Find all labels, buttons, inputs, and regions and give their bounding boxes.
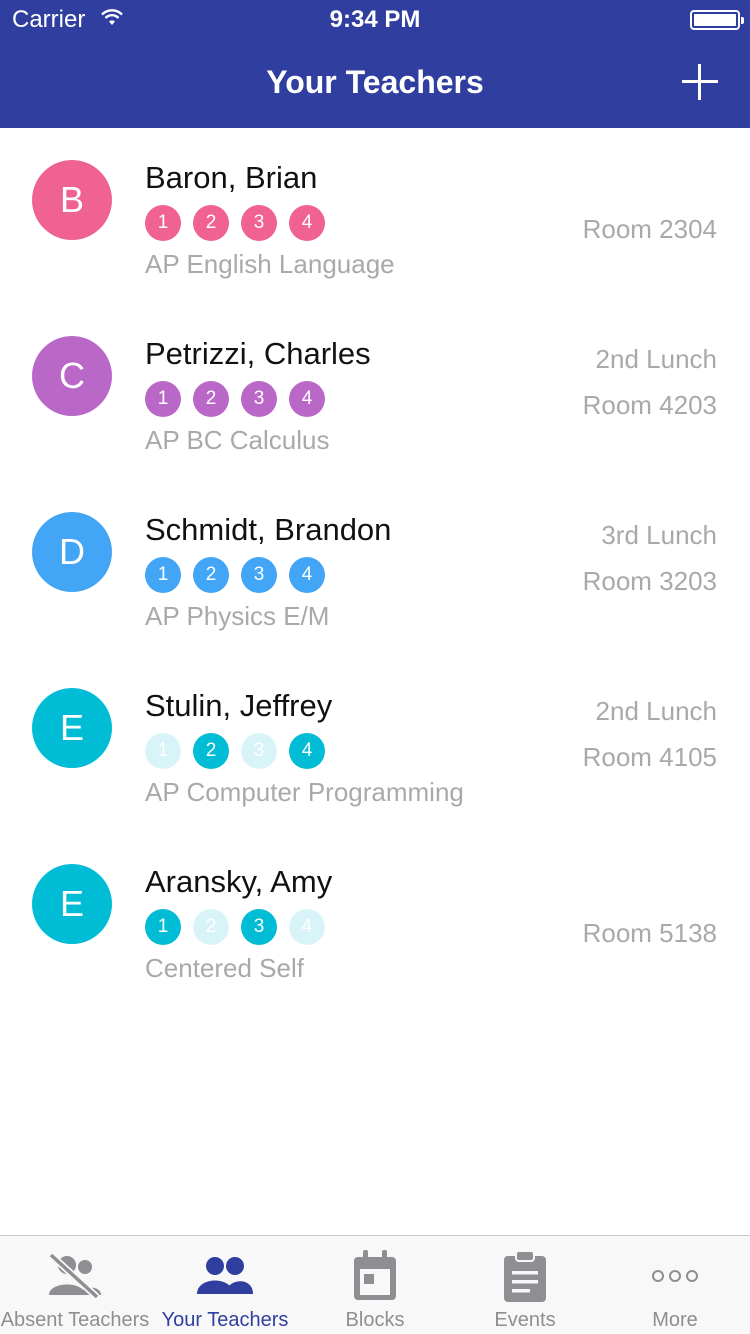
block-indicators: 1234	[145, 205, 325, 241]
room-label: Room 4105	[582, 742, 717, 772]
page-title: Your Teachers	[266, 64, 484, 100]
tab-label: Your Teachers	[161, 1309, 289, 1331]
tab-events[interactable]: Events	[450, 1236, 600, 1334]
teacher-meta: 3rd Lunch Room 3203	[583, 512, 717, 604]
tab-label: Events	[494, 1309, 556, 1331]
teacher-avatar: B	[32, 160, 112, 240]
block-badge: 3	[241, 205, 277, 241]
block-indicators: 1234	[145, 909, 325, 945]
block-badge: 4	[289, 557, 325, 593]
calendar-icon	[345, 1248, 405, 1304]
room-label: Room 4203	[582, 390, 717, 420]
teacher-meta: Room 5138	[583, 910, 717, 956]
block-badge: 1	[145, 557, 181, 593]
lunch-label: 2nd Lunch	[595, 344, 717, 374]
block-badge: 1	[145, 733, 181, 769]
block-badge: 4	[289, 381, 325, 417]
clipboard-icon	[495, 1248, 555, 1304]
teacher-avatar: D	[32, 512, 112, 592]
block-badge: 3	[241, 381, 277, 417]
block-badge: 4	[289, 909, 325, 945]
teacher-avatar: E	[32, 864, 112, 944]
status-bar: Carrier 9:34 PM	[0, 0, 750, 40]
block-indicators: 1234	[145, 557, 325, 593]
teacher-name: Baron, Brian	[145, 160, 318, 195]
teacher-row[interactable]: B Baron, Brian 1 2 3 4 AP English Language Room…	[0, 128, 750, 304]
teacher-meta: 2nd Lunch Room 4105	[583, 688, 717, 780]
teacher-meta: 2nd Lunch Room 4203	[583, 336, 717, 428]
block-badge: 2	[193, 557, 229, 593]
more-icon	[645, 1248, 705, 1304]
teacher-name: Stulin, Jeffrey	[145, 688, 333, 723]
block-badge: 2	[193, 381, 229, 417]
teacher-name: Petrizzi, Charles	[145, 336, 371, 371]
block-badge: 3	[241, 733, 277, 769]
tab-label: More	[652, 1309, 698, 1331]
block-badge: 1	[145, 381, 181, 417]
status-time: 9:34 PM	[329, 6, 421, 33]
teacher-row[interactable]: C Petrizzi, Charles 1 2 3 4 AP BC Calculus 2nd …	[0, 304, 750, 480]
block-badge: 4	[289, 205, 325, 241]
room-label: Room 5138	[582, 918, 717, 948]
course-name: AP English Language	[145, 249, 395, 279]
lunch-label: 3rd Lunch	[601, 520, 717, 550]
teacher-list: B Baron, Brian 1 2 3 4 AP English Language Room…	[0, 128, 750, 1008]
teacher-row[interactable]: D Schmidt, Brandon 1 2 3 4 AP Physics E/M 3rd L…	[0, 480, 750, 656]
battery-icon	[690, 10, 744, 30]
course-name: AP Computer Programming	[145, 777, 464, 807]
room-label: Room 3203	[582, 566, 717, 596]
teacher-row[interactable]: E Stulin, Jeffrey 1 2 3 4 AP Computer Programm…	[0, 656, 750, 832]
course-name: AP Physics E/M	[145, 601, 330, 631]
absent-teachers-icon	[45, 1248, 105, 1304]
block-badge: 2	[193, 733, 229, 769]
block-badge: 1	[145, 205, 181, 241]
block-badge: 3	[241, 557, 277, 593]
teacher-avatar: E	[32, 688, 112, 768]
lunch-label: 2nd Lunch	[595, 696, 717, 726]
block-badge: 3	[241, 909, 277, 945]
block-indicators: 1234	[145, 733, 325, 769]
tab-your-teachers[interactable]: Your Teachers	[150, 1236, 300, 1334]
navigation-bar: Carrier 9:34 PM Your Teachers	[0, 0, 750, 128]
course-name: Centered Self	[145, 953, 304, 983]
block-badge: 2	[193, 909, 229, 945]
teacher-name: Aransky, Amy	[145, 864, 333, 899]
teacher-meta: Room 2304	[583, 206, 717, 252]
add-teacher-button[interactable]	[680, 62, 720, 102]
block-indicators: 1234	[145, 381, 325, 417]
tab-more[interactable]: More	[600, 1236, 750, 1334]
tab-label: Blocks	[345, 1309, 405, 1331]
block-badge: 4	[289, 733, 325, 769]
tab-label: Absent Teachers	[0, 1309, 150, 1331]
tab-blocks[interactable]: Blocks	[300, 1236, 450, 1334]
tab-bar: Absent Teachers Your Teachers Blocks Events…	[0, 1235, 750, 1334]
your-teachers-icon	[195, 1248, 255, 1304]
course-name: AP BC Calculus	[145, 425, 330, 455]
block-badge: 2	[193, 205, 229, 241]
room-label: Room 2304	[582, 214, 717, 244]
teacher-name: Schmidt, Brandon	[145, 512, 392, 547]
teacher-avatar: C	[32, 336, 112, 416]
teacher-row[interactable]: E Aransky, Amy 1 2 3 4 Centered Self Room 5138	[0, 832, 750, 1008]
tab-absent-teachers[interactable]: Absent Teachers	[0, 1236, 150, 1334]
block-badge: 1	[145, 909, 181, 945]
